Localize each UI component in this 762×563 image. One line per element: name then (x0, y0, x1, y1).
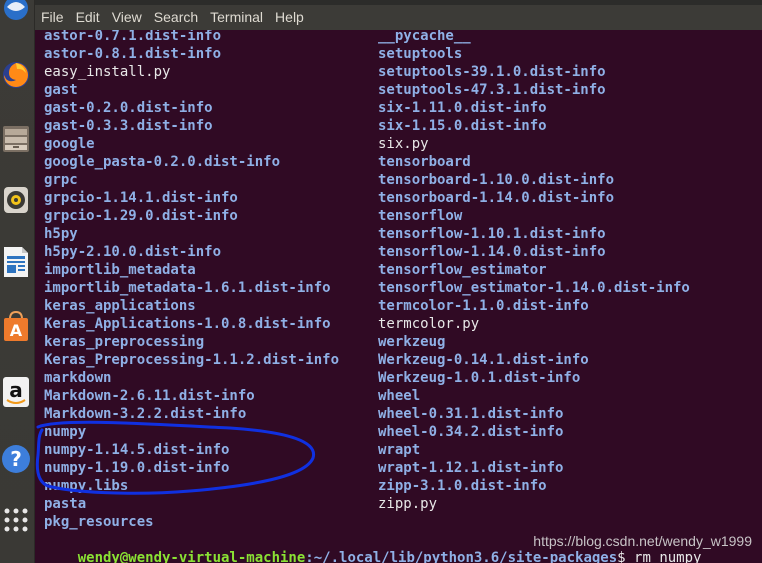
directory-entry: setuptools (378, 46, 463, 62)
directory-entry: setuptools-47.3.1.dist-info (378, 82, 606, 98)
prompt-command: $ rm numpy (617, 550, 702, 563)
directory-entry: google_pasta-0.2.0.dist-info (44, 154, 281, 170)
directory-entry: six-1.11.0.dist-info (378, 100, 547, 116)
directory-entry: __pycache__ (378, 30, 471, 44)
directory-entry: tensorboard-1.10.0.dist-info (378, 172, 615, 188)
file-entry: termcolor.py (378, 316, 480, 332)
firefox-icon[interactable] (0, 53, 32, 97)
directory-entry: gast-0.2.0.dist-info (44, 100, 213, 116)
directory-entry: Markdown-2.6.11.dist-info (44, 388, 255, 404)
directory-entry: h5py-2.10.0.dist-info (44, 244, 222, 260)
menu-help[interactable]: Help (269, 5, 310, 30)
directory-entry: tensorboard (378, 154, 471, 170)
directory-entry: grpc (44, 172, 78, 188)
terminal-menubar: File Edit View Search Terminal Help (35, 5, 762, 30)
directory-entry: tensorflow-1.10.1.dist-info (378, 226, 606, 242)
directory-entry: setuptools-39.1.0.dist-info (378, 64, 606, 80)
directory-entry: keras_preprocessing (44, 334, 205, 350)
directory-entry: numpy-1.19.0.dist-info (44, 460, 230, 476)
directory-entry: tensorflow-1.14.0.dist-info (378, 244, 606, 260)
amazon-icon[interactable]: a (0, 370, 32, 414)
directory-entry: numpy-1.14.5.dist-info (44, 442, 230, 458)
directory-entry: tensorflow_estimator-1.14.0.dist-info (378, 280, 690, 296)
directory-entry: wheel-0.34.2.dist-info (378, 424, 564, 440)
directory-entry: six-1.15.0.dist-info (378, 118, 547, 134)
directory-entry: grpcio-1.29.0.dist-info (44, 208, 238, 224)
directory-entry: numpy.libs (44, 478, 129, 494)
directory-entry: tensorflow_estimator (378, 262, 547, 278)
directory-entry: wheel-0.31.1.dist-info (378, 406, 564, 422)
directory-entry: importlib_metadata (44, 262, 196, 278)
directory-entry: numpy (44, 424, 87, 440)
directory-entry: wrapt (378, 442, 421, 458)
directory-entry: werkzeug (378, 334, 446, 350)
svg-text:?: ? (10, 447, 22, 471)
directory-entry: google (44, 136, 95, 152)
directory-entry: termcolor-1.1.0.dist-info (378, 298, 589, 314)
directory-entry: gast-0.3.3.dist-info (44, 118, 213, 134)
directory-entry: tensorboard-1.14.0.dist-info (378, 190, 615, 206)
files-icon[interactable] (0, 117, 32, 161)
thunderbird-icon[interactable] (0, 0, 32, 30)
menu-search[interactable]: Search (148, 5, 204, 30)
directory-entry: wheel (378, 388, 421, 404)
launcher-bar: A a ? (0, 0, 35, 563)
menu-view[interactable]: View (106, 5, 148, 30)
prompt-user-host: wendy@wendy-virtual-machine (77, 550, 306, 563)
watermark: https://blog.csdn.net/wendy_w1999 (533, 533, 752, 549)
directory-entry: wrapt-1.12.1.dist-info (378, 460, 564, 476)
app-grid-icon[interactable] (0, 498, 32, 542)
directory-entry: Werkzeug-1.0.1.dist-info (378, 370, 581, 386)
directory-entry: Keras_Applications-1.0.8.dist-info (44, 316, 331, 332)
menu-terminal[interactable]: Terminal (204, 5, 269, 30)
libreoffice-writer-icon[interactable] (0, 240, 32, 284)
directory-entry: grpcio-1.14.1.dist-info (44, 190, 238, 206)
file-entry: six.py (378, 136, 429, 152)
directory-entry: Keras_Preprocessing-1.1.2.dist-info (44, 352, 340, 368)
directory-entry: gast (44, 82, 78, 98)
directory-entry: Markdown-3.2.2.dist-info (44, 406, 247, 422)
rhythmbox-icon[interactable] (0, 178, 32, 222)
directory-entry: markdown (44, 370, 112, 386)
directory-entry: pasta (44, 496, 87, 512)
terminal-output[interactable]: astor-0.7.1.dist-info astor-0.8.1.dist-in… (35, 30, 762, 563)
directory-entry: pkg_resources (44, 514, 154, 530)
prompt-path: :~/.local/lib/python3.6/site-packages (305, 550, 618, 563)
directory-entry: tensorflow (378, 208, 463, 224)
directory-entry: zipp-3.1.0.dist-info (378, 478, 547, 494)
help-icon[interactable]: ? (0, 437, 32, 481)
directory-entry: importlib_metadata-1.6.1.dist-info (44, 280, 331, 296)
file-entry: easy_install.py (44, 64, 171, 80)
svg-text:A: A (10, 321, 23, 340)
directory-entry: astor-0.7.1.dist-info (44, 30, 222, 44)
directory-entry: keras_applications (44, 298, 196, 314)
directory-entry: astor-0.8.1.dist-info (44, 46, 222, 62)
svg-text:a: a (9, 378, 23, 402)
menu-file[interactable]: File (35, 5, 70, 30)
software-center-icon[interactable]: A (0, 304, 32, 348)
directory-entry: h5py (44, 226, 78, 242)
file-entry: zipp.py (378, 496, 438, 512)
menu-edit[interactable]: Edit (70, 5, 106, 30)
directory-entry: Werkzeug-0.14.1.dist-info (378, 352, 589, 368)
